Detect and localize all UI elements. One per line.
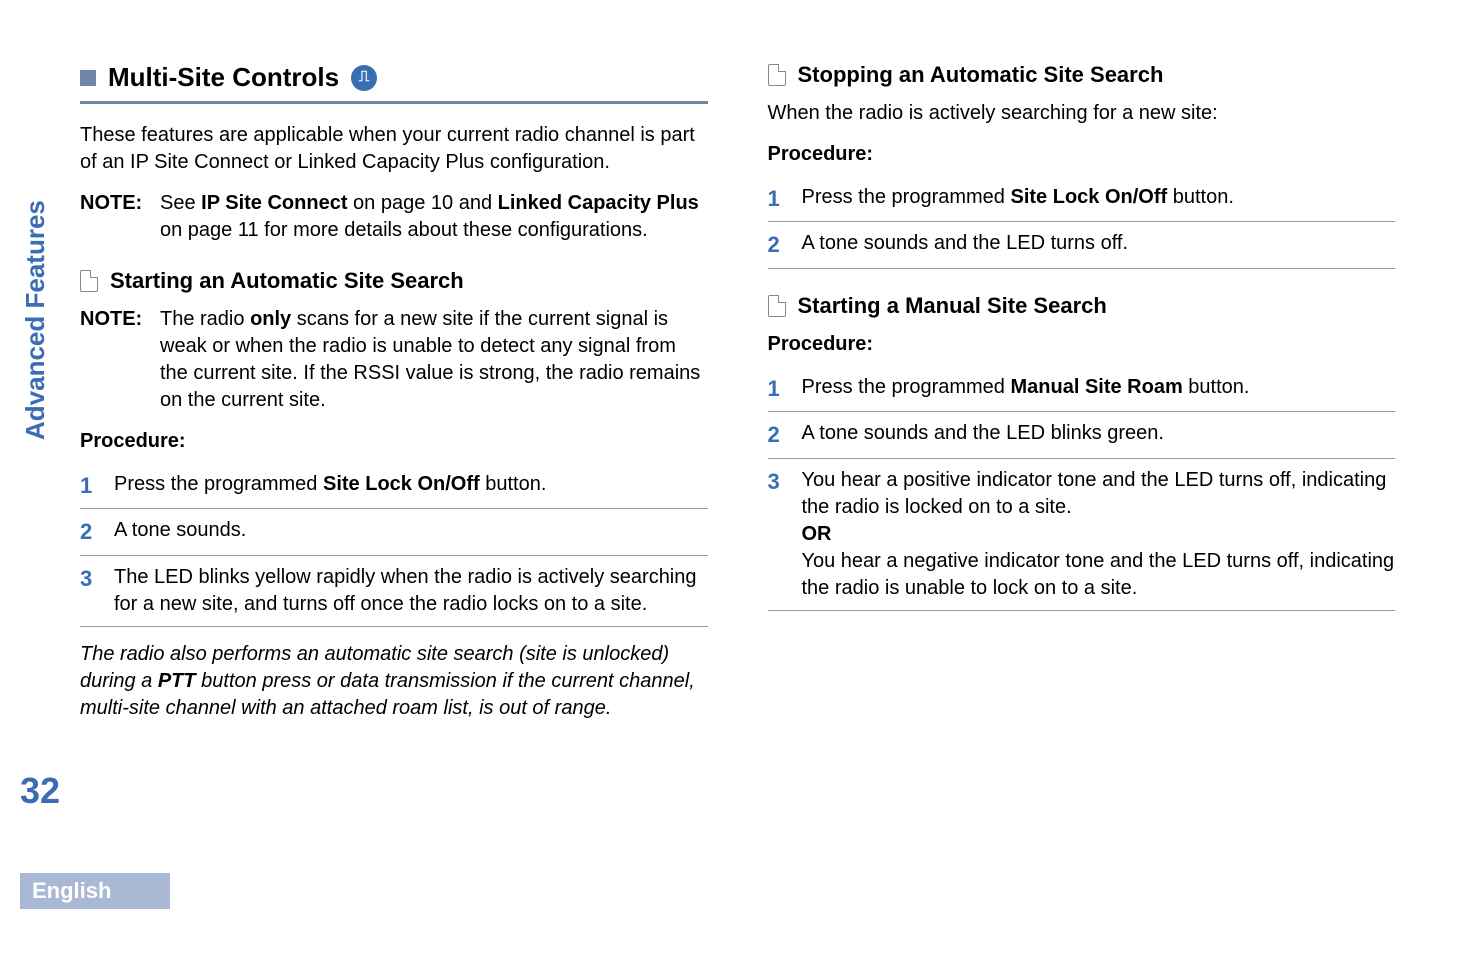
step-body: Press the programmed Site Lock On/Off bu…: [114, 471, 708, 501]
step-number: 2: [768, 420, 802, 450]
text: A tone sounds and the LED turns off.: [802, 232, 1129, 254]
text: See: [160, 192, 201, 214]
sub-heading: Starting an Automatic Site Search: [110, 266, 464, 296]
text: Press the programmed: [802, 186, 1011, 208]
text: Press the programmed: [802, 376, 1011, 398]
procedure-label: Procedure:: [768, 141, 1396, 168]
step-body: The LED blinks yellow rapidly when the r…: [114, 564, 708, 618]
sub-heading: Starting a Manual Site Search: [798, 291, 1107, 321]
bold-text: Manual Site Roam: [1010, 376, 1182, 398]
text: on page 11 for more details about these …: [160, 219, 648, 241]
bold-text: Linked Capacity Plus: [498, 192, 699, 214]
note-block-2: NOTE: The radio only scans for a new sit…: [80, 306, 708, 414]
procedure-label: Procedure:: [80, 428, 708, 455]
page-content: Multi-Site Controls ⎍ These features are…: [80, 40, 1395, 894]
document-icon: [80, 270, 98, 292]
text: The radio: [160, 308, 250, 330]
note-body: See IP Site Connect on page 10 and Linke…: [160, 190, 708, 244]
text: The LED blinks yellow rapidly when the r…: [114, 566, 697, 615]
step-body: A tone sounds and the LED turns off.: [802, 230, 1396, 260]
document-icon: [768, 295, 786, 317]
text: A tone sounds.: [114, 519, 246, 541]
note-label: NOTE:: [80, 190, 160, 244]
step-number: 3: [80, 564, 114, 618]
sidebar-tab: Advanced Features: [20, 200, 51, 440]
bold-text: Site Lock On/Off: [1010, 186, 1167, 208]
procedure-label: Procedure:: [768, 331, 1396, 358]
heading-rule: [80, 101, 708, 104]
procedure-step: 2 A tone sounds and the LED blinks green…: [768, 412, 1396, 459]
step-body: A tone sounds and the LED blinks green.: [802, 420, 1396, 450]
text: You hear a positive indicator tone and t…: [802, 469, 1387, 518]
sub-heading-row: Stopping an Automatic Site Search: [768, 60, 1396, 90]
intro-paragraph: When the radio is actively searching for…: [768, 100, 1396, 127]
text: button.: [1183, 376, 1250, 398]
antenna-feature-icon: ⎍: [351, 65, 377, 91]
main-heading: Multi-Site Controls: [108, 60, 339, 95]
step-number: 1: [80, 471, 114, 501]
text: You hear a negative indicator tone and t…: [802, 550, 1395, 599]
intro-paragraph: These features are applicable when your …: [80, 122, 708, 176]
step-body: You hear a positive indicator tone and t…: [802, 467, 1396, 602]
step-number: 1: [768, 374, 802, 404]
procedure-step: 3 The LED blinks yellow rapidly when the…: [80, 556, 708, 627]
sub-heading-row: Starting an Automatic Site Search: [80, 266, 708, 296]
step-number: 2: [80, 517, 114, 547]
main-heading-row: Multi-Site Controls ⎍: [80, 60, 708, 95]
step-number: 3: [768, 467, 802, 602]
text: button.: [480, 473, 547, 495]
step-body: Press the programmed Manual Site Roam bu…: [802, 374, 1396, 404]
sub-heading-row: Starting a Manual Site Search: [768, 291, 1396, 321]
bold-text: PTT: [158, 670, 196, 692]
bold-text: Site Lock On/Off: [323, 473, 480, 495]
procedure-step: 3 You hear a positive indicator tone and…: [768, 459, 1396, 611]
or-label: OR: [802, 523, 832, 545]
note-label: NOTE:: [80, 306, 160, 414]
document-icon: [768, 64, 786, 86]
note-block-1: NOTE: See IP Site Connect on page 10 and…: [80, 190, 708, 244]
square-bullet-icon: [80, 70, 96, 86]
sub-heading: Stopping an Automatic Site Search: [798, 60, 1164, 90]
procedure-step: 1 Press the programmed Site Lock On/Off …: [80, 463, 708, 510]
step-body: Press the programmed Site Lock On/Off bu…: [802, 184, 1396, 214]
procedure-step: 1 Press the programmed Site Lock On/Off …: [768, 176, 1396, 223]
procedure-step: 2 A tone sounds and the LED turns off.: [768, 222, 1396, 269]
italic-note: The radio also performs an automatic sit…: [80, 641, 708, 722]
text: Press the programmed: [114, 473, 323, 495]
text: button.: [1167, 186, 1234, 208]
left-column: Multi-Site Controls ⎍ These features are…: [80, 40, 708, 894]
step-body: A tone sounds.: [114, 517, 708, 547]
text: on page 10 and: [347, 192, 497, 214]
procedure-step: 2 A tone sounds.: [80, 509, 708, 556]
step-number: 1: [768, 184, 802, 214]
right-column: Stopping an Automatic Site Search When t…: [768, 40, 1396, 894]
bold-text: IP Site Connect: [201, 192, 347, 214]
procedure-step: 1 Press the programmed Manual Site Roam …: [768, 366, 1396, 413]
step-number: 2: [768, 230, 802, 260]
page-number: 32: [20, 770, 60, 812]
text: A tone sounds and the LED blinks green.: [802, 422, 1164, 444]
note-body: The radio only scans for a new site if t…: [160, 306, 708, 414]
bold-text: only: [250, 308, 291, 330]
